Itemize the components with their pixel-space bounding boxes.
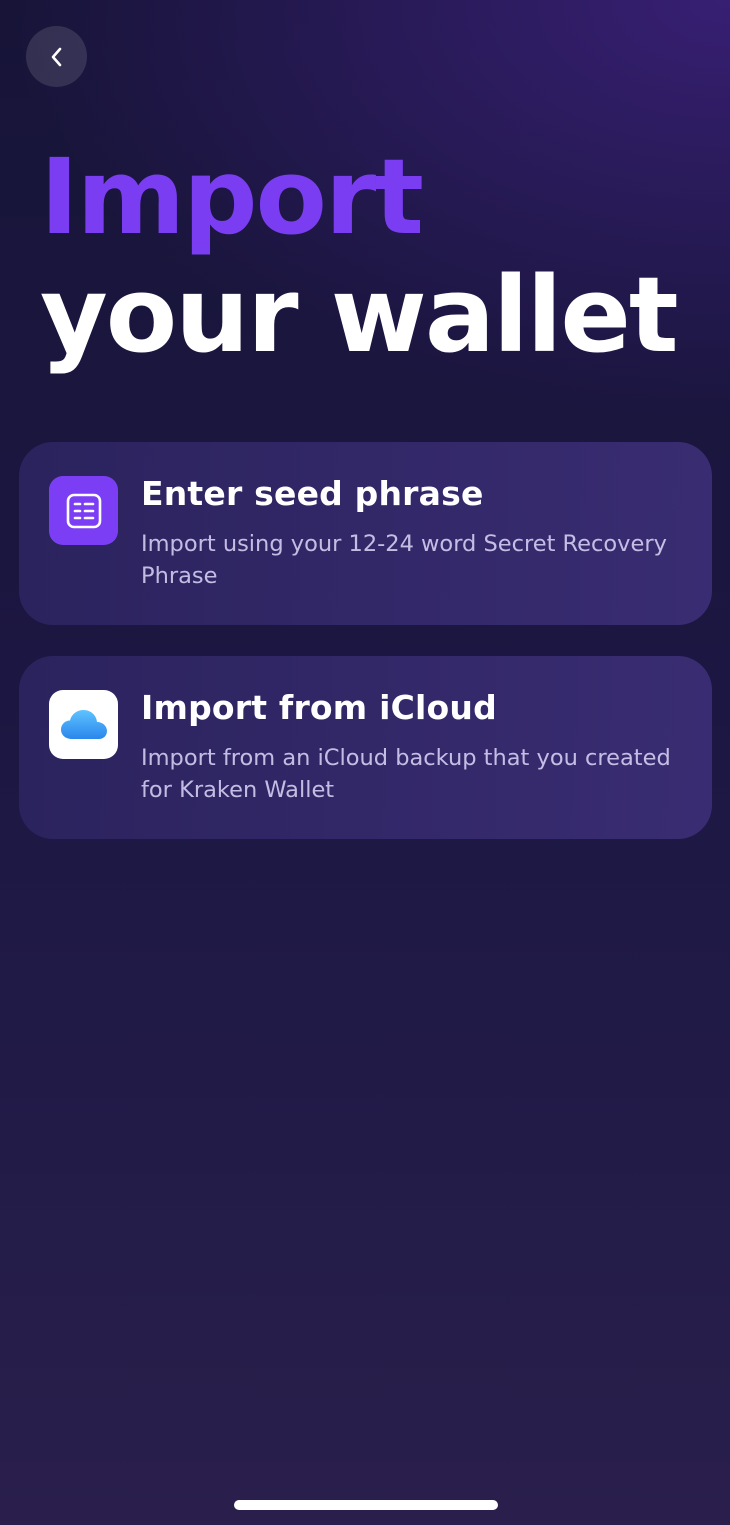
icloud-icon bbox=[49, 690, 118, 759]
page-title-line2: your wallet bbox=[40, 254, 679, 376]
import-from-icloud-option[interactable]: Import from iCloud Import from an iCloud… bbox=[19, 656, 712, 839]
page-title: Import your wallet bbox=[40, 136, 679, 376]
option-title: Import from iCloud bbox=[141, 688, 497, 727]
option-description: Import using your 12-24 word Secret Reco… bbox=[141, 531, 667, 589]
enter-seed-phrase-option[interactable]: Enter seed phrase Import using your 12-2… bbox=[19, 442, 712, 625]
seed-phrase-list-icon bbox=[49, 476, 118, 545]
option-description: Import from an iCloud backup that you cr… bbox=[141, 745, 671, 803]
page-title-line1: Import bbox=[40, 136, 424, 258]
back-button[interactable] bbox=[26, 26, 87, 87]
home-indicator bbox=[234, 1500, 498, 1510]
option-title: Enter seed phrase bbox=[141, 474, 484, 513]
chevron-left-icon bbox=[47, 44, 67, 70]
